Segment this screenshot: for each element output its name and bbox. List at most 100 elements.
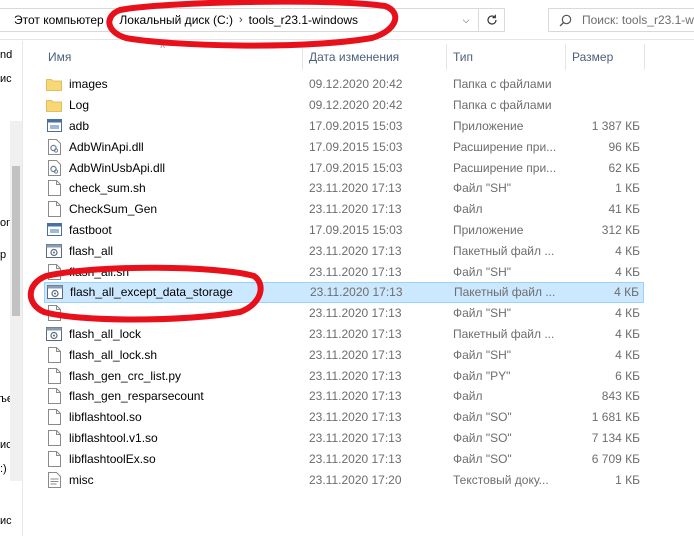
nav-item[interactable]: ис bbox=[0, 515, 12, 527]
file-date: 23.11.2020 17:20 bbox=[309, 472, 402, 487]
file-name: flash_gen_resparsecount bbox=[69, 389, 204, 404]
file-name: flash_all bbox=[69, 243, 114, 258]
file-type: Файл bbox=[453, 389, 483, 404]
pane-divider[interactable] bbox=[22, 41, 23, 536]
file-name: AdbWinUsbApi.dll bbox=[69, 160, 166, 175]
refresh-icon bbox=[486, 14, 497, 25]
file-type: Пакетный файл ... bbox=[453, 326, 555, 341]
file-name-cell[interactable]: flash_all_lock.sh bbox=[46, 346, 157, 363]
file-row[interactable]: flash_all.sh 23.11.2020 17:13 Файл "SH" 4 К… bbox=[44, 261, 644, 282]
file-row[interactable]: 23.11.2020 17:13 Файл "SH" 4 КБ bbox=[44, 303, 644, 324]
search-input[interactable]: Поиск: tools_r23.1-windows bbox=[548, 8, 694, 32]
file-list[interactable]: images 09.12.2020 20:42 Папка с файлами Log… bbox=[44, 74, 644, 490]
file-date: 23.11.2020 17:13 bbox=[309, 181, 402, 196]
file-date: 17.09.2015 15:03 bbox=[309, 222, 403, 237]
app-icon bbox=[46, 222, 62, 238]
file-type: Файл "SH" bbox=[453, 347, 512, 362]
file-name-cell[interactable]: libflashtool.v1.so bbox=[46, 429, 158, 446]
file-type: Текстовый доку... bbox=[453, 472, 549, 487]
nav-scrollbar-thumb[interactable] bbox=[12, 166, 20, 316]
file-name-cell[interactable]: flash_all bbox=[46, 243, 113, 259]
file-name: flash_all_lock bbox=[69, 326, 142, 341]
file-name: libflashtool.so bbox=[69, 410, 142, 425]
column-header-type[interactable]: Тип bbox=[453, 46, 563, 68]
file-size: 4 КБ bbox=[615, 306, 640, 321]
file-name-cell[interactable]: adb bbox=[46, 118, 89, 134]
file-name-cell[interactable]: AdbWinApi.dll bbox=[46, 138, 144, 155]
file-row[interactable]: libflashtool.so 23.11.2020 17:13 Файл "SO"… bbox=[44, 407, 644, 428]
file-row[interactable]: AdbWinApi.dll 17.09.2015 15:03 Расширение … bbox=[44, 136, 644, 157]
file-icon bbox=[46, 180, 62, 197]
column-divider[interactable] bbox=[446, 44, 447, 70]
file-date: 23.11.2020 17:13 bbox=[309, 389, 402, 404]
breadcrumb-local-disk[interactable]: Локальный диск (C:) bbox=[115, 13, 237, 27]
file-date: 23.11.2020 17:13 bbox=[309, 202, 402, 217]
file-row[interactable]: fastboot 17.09.2015 15:03 Приложение 312 КБ bbox=[44, 220, 644, 241]
file-name-cell[interactable]: flash_gen_resparsecount bbox=[46, 388, 204, 405]
breadcrumb[interactable]: Этот компьютер › Локальный диск (C:) › t… bbox=[0, 8, 505, 32]
breadcrumb-tools-folder[interactable]: tools_r23.1-windows bbox=[245, 13, 362, 27]
chevron-down-icon[interactable]: ⌵ bbox=[456, 9, 476, 31]
file-date: 23.11.2020 17:13 bbox=[310, 285, 403, 300]
file-name-cell[interactable]: flash_all.sh bbox=[46, 263, 129, 280]
file-row[interactable]: flash_all 23.11.2020 17:13 Пакетный файл .… bbox=[44, 240, 644, 261]
file-icon bbox=[46, 263, 62, 280]
chevron-right-icon[interactable]: › bbox=[237, 14, 245, 26]
file-row[interactable]: flash_gen_resparsecount 23.11.2020 17:13 Ф… bbox=[44, 386, 644, 407]
file-row[interactable]: CheckSum_Gen 23.11.2020 17:13 Файл 41 КБ bbox=[44, 199, 644, 220]
file-name-cell[interactable]: flash_all_except_data_storage bbox=[47, 284, 233, 300]
column-divider[interactable] bbox=[565, 44, 566, 70]
file-icon bbox=[46, 201, 62, 218]
file-name: libflashtoolEx.so bbox=[69, 451, 156, 466]
file-name-cell[interactable]: libflashtool.so bbox=[46, 409, 142, 426]
file-type: Файл "SH" bbox=[453, 264, 512, 279]
file-row[interactable]: flash_gen_crc_list.py 23.11.2020 17:13 Фай… bbox=[44, 365, 644, 386]
file-row[interactable]: AdbWinUsbApi.dll 17.09.2015 15:03 Расширен… bbox=[44, 157, 644, 178]
column-divider[interactable] bbox=[302, 44, 303, 70]
file-row[interactable]: flash_all_lock.sh 23.11.2020 17:13 Файл "S… bbox=[44, 344, 644, 365]
file-row-selected[interactable]: flash_all_except_data_storage 23.11.2020 … bbox=[44, 281, 644, 303]
file-row[interactable]: libflashtool.v1.so 23.11.2020 17:13 Файл "… bbox=[44, 428, 644, 449]
file-name-cell[interactable]: Log bbox=[46, 97, 89, 113]
file-name-cell[interactable]: flash_all_lock bbox=[46, 326, 141, 342]
nav-item[interactable]: ис bbox=[0, 73, 12, 85]
file-row[interactable]: images 09.12.2020 20:42 Папка с файлами bbox=[44, 74, 644, 95]
file-row[interactable]: libflashtoolEx.so 23.11.2020 17:13 Файл "S… bbox=[44, 448, 644, 469]
file-row[interactable]: flash_all_lock 23.11.2020 17:13 Пакетный ф… bbox=[44, 324, 644, 345]
file-type: Файл "SO" bbox=[453, 451, 512, 466]
file-name-cell[interactable]: images bbox=[46, 76, 108, 92]
file-name: CheckSum_Gen bbox=[69, 202, 158, 217]
file-name-cell[interactable]: libflashtoolEx.so bbox=[46, 450, 156, 467]
column-header-size[interactable]: Размер bbox=[572, 46, 642, 68]
file-type: Папка с файлами bbox=[453, 98, 552, 113]
file-row[interactable]: misc 23.11.2020 17:20 Текстовый доку... 1 К… bbox=[44, 469, 644, 490]
file-type: Приложение bbox=[453, 222, 524, 237]
column-divider[interactable] bbox=[644, 44, 645, 70]
column-header-date[interactable]: Дата изменения bbox=[309, 46, 439, 68]
file-name-cell[interactable]: CheckSum_Gen bbox=[46, 201, 158, 218]
folder-icon bbox=[46, 76, 62, 92]
file-icon bbox=[46, 409, 62, 426]
file-name-cell[interactable]: misc bbox=[46, 471, 94, 488]
file-row[interactable]: adb 17.09.2015 15:03 Приложение 1 387 КБ bbox=[44, 116, 644, 137]
file-name-cell[interactable]: fastboot bbox=[46, 222, 112, 238]
file-date: 23.11.2020 17:13 bbox=[309, 326, 402, 341]
address-bar-row: Этот компьютер › Локальный диск (C:) › t… bbox=[0, 0, 694, 40]
breadcrumb-this-pc[interactable]: Этот компьютер bbox=[0, 13, 108, 27]
column-header-name[interactable]: Имя bbox=[48, 46, 298, 68]
file-row[interactable]: check_sum.sh 23.11.2020 17:13 Файл "SH" 1 К… bbox=[44, 178, 644, 199]
refresh-button[interactable] bbox=[478, 9, 504, 31]
chevron-right-icon[interactable]: › bbox=[108, 14, 116, 26]
navigation-pane[interactable]: nd ис on р ъе ис :) ис bbox=[0, 41, 22, 536]
file-size: 843 КБ bbox=[601, 389, 640, 404]
file-name-cell[interactable]: check_sum.sh bbox=[46, 180, 146, 197]
file-name-cell[interactable]: AdbWinUsbApi.dll bbox=[46, 159, 166, 176]
text-icon bbox=[46, 471, 62, 488]
file-row[interactable]: Log 09.12.2020 20:42 Папка с файлами bbox=[44, 95, 644, 116]
file-name-cell[interactable]: flash_gen_crc_list.py bbox=[46, 367, 181, 384]
nav-item[interactable]: nd bbox=[0, 49, 12, 61]
file-size: 4 КБ bbox=[615, 347, 640, 362]
folder-icon bbox=[46, 97, 62, 113]
file-name-cell[interactable] bbox=[46, 305, 69, 322]
file-type: Приложение bbox=[453, 118, 524, 133]
